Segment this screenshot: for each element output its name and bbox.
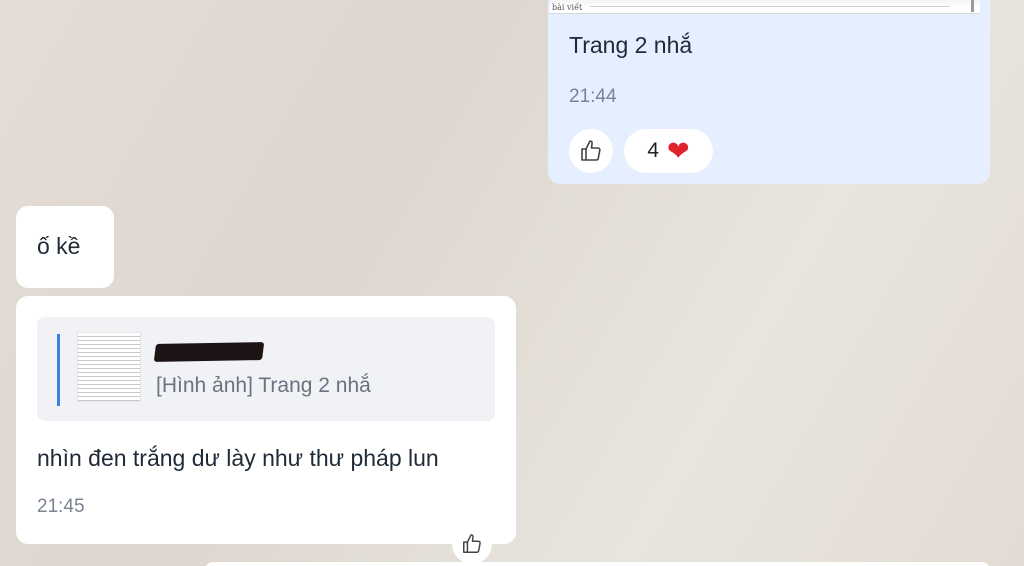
quoted-image-thumbnail [77, 332, 141, 402]
next-message-bubble-edge [205, 562, 990, 566]
image-caption: bài viết [552, 3, 583, 12]
thumbs-up-icon [463, 534, 481, 553]
image-edge [971, 0, 974, 12]
like-reaction-button[interactable] [569, 129, 613, 173]
thumbs-up-icon [581, 140, 601, 161]
message-time: 21:44 [569, 86, 617, 107]
reaction-count: 4 [647, 139, 660, 162]
redacted-sender-name [153, 342, 265, 362]
message-text: ố kề [37, 233, 81, 259]
message-text: nhìn đen trắng dư lày như thư pháp lun [37, 445, 439, 471]
incoming-message-bubble[interactable]: ố kề [16, 206, 114, 288]
outgoing-message-bubble[interactable]: bài viết Trang 2 nhắ 21:44 4 ❤ [548, 0, 990, 184]
quote-accent-bar [57, 334, 60, 406]
message-time: 21:45 [37, 496, 85, 517]
image-content-line [590, 6, 950, 7]
incoming-reply-bubble[interactable]: [Hình ảnh] Trang 2 nhắ nhìn đen trắng dư… [16, 296, 516, 564]
attached-image-preview[interactable]: bài viết [550, 0, 980, 14]
like-reaction-button[interactable] [452, 524, 492, 564]
quoted-text: [Hình ảnh] Trang 2 nhắ [156, 374, 371, 397]
message-text: Trang 2 nhắ [569, 32, 693, 58]
quoted-message[interactable]: [Hình ảnh] Trang 2 nhắ [37, 317, 495, 421]
reaction-summary[interactable]: 4 ❤ [624, 129, 713, 173]
heart-icon: ❤ [667, 135, 690, 166]
